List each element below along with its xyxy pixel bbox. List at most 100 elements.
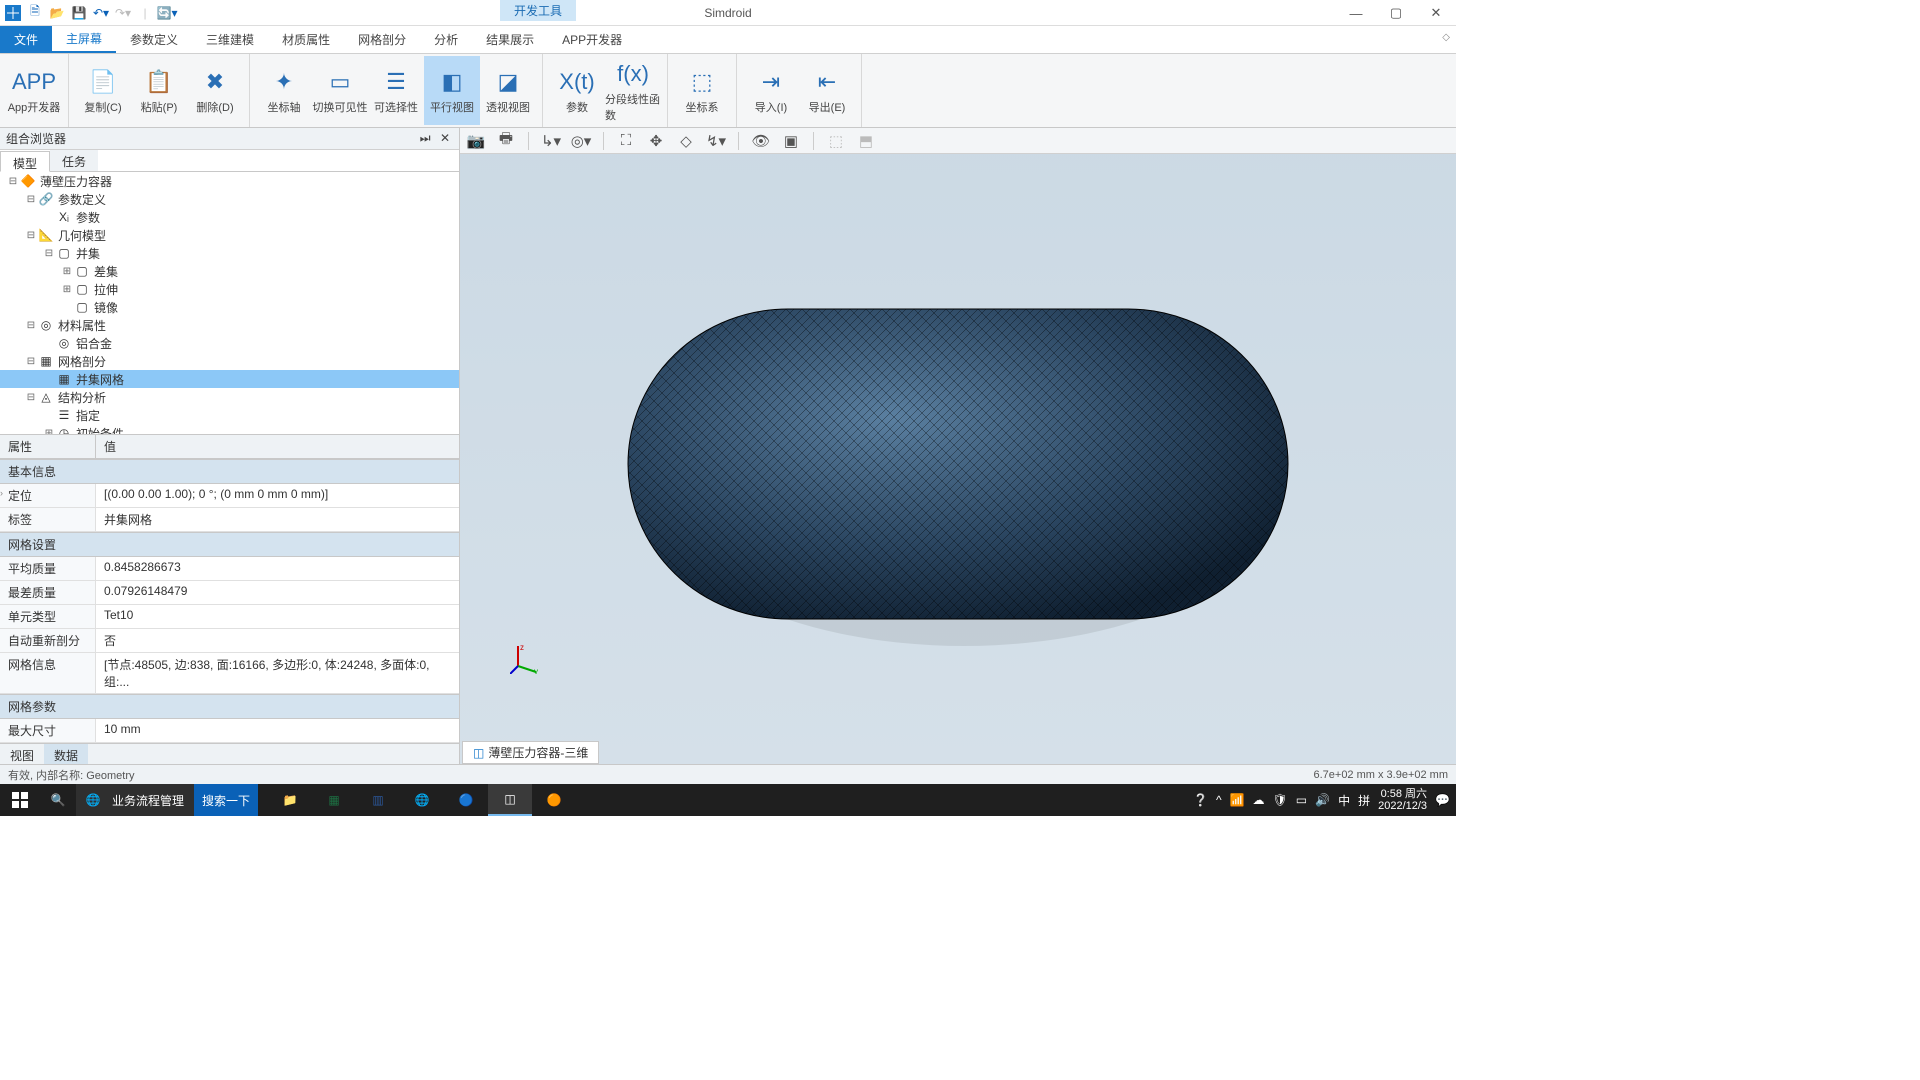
model-tree[interactable]: ⊟🔶薄壁压力容器⊟🔗参数定义Xᵢ参数⊟📐几何模型⊟▢并集⊞▢差集⊞▢拉伸▢镜像⊟… — [0, 172, 459, 434]
help-icon[interactable]: ❔ — [1193, 793, 1208, 807]
browser-close-icon[interactable]: ✕ — [437, 131, 453, 145]
ribbon-button[interactable]: 📄复制(C) — [75, 56, 131, 125]
props-value[interactable]: 10 mm — [96, 719, 459, 742]
menu-item[interactable]: APP开发器 — [548, 26, 636, 53]
tree-node[interactable]: ⊞◷初始条件 — [0, 424, 459, 434]
props-row[interactable]: 自动重新剖分否 — [0, 629, 459, 653]
ribbon-button[interactable]: ◪透视视图 — [480, 56, 536, 125]
app-word[interactable]: ▥ — [356, 784, 400, 816]
ribbon-button[interactable]: ▭切换可见性 — [312, 56, 368, 125]
props-row[interactable]: 最差质量0.07926148479 — [0, 581, 459, 605]
tree-node[interactable]: ⊟▦网格剖分 — [0, 352, 459, 370]
redo-icon[interactable]: ↷▾ — [114, 4, 132, 22]
tree-node[interactable]: ▢镜像 — [0, 298, 459, 316]
axis-icon[interactable]: ↳▾ — [541, 131, 561, 151]
visibility-icon[interactable]: 👁 — [751, 131, 771, 151]
ribbon-collapse-icon[interactable]: ◇ — [1442, 32, 1450, 43]
app-other[interactable]: 🟠 — [532, 784, 576, 816]
props-value[interactable]: Tet10 — [96, 605, 459, 628]
props-row[interactable]: 平均质量0.8458286673 — [0, 557, 459, 581]
tree-toggle-icon[interactable]: ⊟ — [24, 392, 38, 403]
tree-toggle-icon[interactable]: ⊞ — [60, 266, 74, 277]
app-simdroid[interactable]: ◫ — [488, 784, 532, 816]
camera-icon[interactable]: 📷 — [466, 131, 486, 151]
props-value[interactable]: [(0.00 0.00 1.00); 0 °; (0 mm 0 mm 0 mm)… — [96, 484, 459, 507]
props-row[interactable]: 标签并集网格 — [0, 508, 459, 532]
security-icon[interactable]: 🛡 — [1273, 793, 1288, 807]
undo-icon[interactable]: ↶▾ — [92, 4, 110, 22]
props-row[interactable]: 定位›[(0.00 0.00 1.00); 0 °; (0 mm 0 mm 0 … — [0, 484, 459, 508]
select-mode-icon[interactable]: ▣ — [781, 131, 801, 151]
ime-lang[interactable]: 中 — [1338, 792, 1350, 809]
tree-node[interactable]: ⊟▢并集 — [0, 244, 459, 262]
zoom-fit-icon[interactable]: ✥ — [646, 131, 666, 151]
tree-node[interactable]: ⊞▢拉伸 — [0, 280, 459, 298]
ie-search-button[interactable]: 搜索一下 — [194, 784, 258, 816]
browser-tab[interactable]: 模型 — [0, 151, 50, 172]
browser-tab[interactable]: 任务 — [50, 150, 98, 171]
menu-item[interactable]: 结果展示 — [472, 26, 548, 53]
props-value[interactable]: [节点:48505, 边:838, 面:16166, 多边形:0, 体:2424… — [96, 653, 459, 693]
save-icon[interactable]: 💾 — [70, 4, 88, 22]
props-row[interactable]: 单元类型Tet10 — [0, 605, 459, 629]
ribbon-button[interactable]: X(t)参数 — [549, 56, 605, 125]
ribbon-button[interactable]: APPApp开发器 — [6, 56, 62, 125]
menu-item[interactable]: 参数定义 — [116, 26, 192, 53]
tree-node[interactable]: Xᵢ参数 — [0, 208, 459, 226]
props-value[interactable]: 0.8458286673 — [96, 557, 459, 580]
close-button[interactable]: ✕ — [1416, 0, 1456, 26]
ribbon-button[interactable]: f(x)分段线性函数 — [605, 56, 661, 125]
tree-toggle-icon[interactable]: ⊟ — [42, 248, 56, 259]
tree-node[interactable]: ⊟🔗参数定义 — [0, 190, 459, 208]
tree-toggle-icon[interactable]: ⊟ — [24, 356, 38, 367]
menu-item[interactable]: 分析 — [420, 26, 472, 53]
open-icon[interactable]: 📂 — [48, 4, 66, 22]
ribbon-button[interactable]: ✖删除(D) — [187, 56, 243, 125]
zoom-window-icon[interactable]: ⛶ — [616, 131, 636, 151]
props-row[interactable]: 网格信息[节点:48505, 边:838, 面:16166, 多边形:0, 体:… — [0, 653, 459, 694]
browser-forward-icon[interactable]: ⏭ — [417, 131, 434, 145]
tree-node[interactable]: ⊞▢差集 — [0, 262, 459, 280]
minimize-button[interactable]: — — [1336, 0, 1376, 26]
tree-toggle-icon[interactable]: ⊟ — [24, 194, 38, 205]
refresh-icon[interactable]: 🔄▾ — [158, 4, 176, 22]
ribbon-button[interactable]: ◧平行视图 — [424, 56, 480, 125]
onedrive-icon[interactable]: ☁ — [1253, 793, 1265, 807]
maximize-button[interactable]: ▢ — [1376, 0, 1416, 26]
props-value[interactable]: 并集网格 — [96, 508, 459, 531]
taskbar-ie-group[interactable]: 🌐 业务流程管理 搜索一下 — [76, 784, 258, 816]
notifications-icon[interactable]: 💬 — [1435, 793, 1450, 807]
coord-icon[interactable]: ↯▾ — [706, 131, 726, 151]
tree-node[interactable]: ⊟◎材料属性 — [0, 316, 459, 334]
zoom-selection-icon[interactable]: ◇ — [676, 131, 696, 151]
search-icon[interactable]: 🔍 — [40, 793, 76, 807]
props-bottom-tab[interactable]: 数据 — [44, 744, 88, 764]
view-orient-icon[interactable]: ◎▾ — [571, 131, 591, 151]
menu-item[interactable]: 三维建模 — [192, 26, 268, 53]
props-bottom-tab[interactable]: 视图 — [0, 744, 44, 764]
props-row[interactable]: 最大尺寸10 mm — [0, 719, 459, 743]
tray-chevron-icon[interactable]: ^ — [1216, 793, 1222, 807]
tree-node[interactable]: ☰指定 — [0, 406, 459, 424]
tree-node[interactable]: ⊟🔶薄壁压力容器 — [0, 172, 459, 190]
props-value[interactable]: 0.07926148479 — [96, 581, 459, 604]
ribbon-button[interactable]: ☰可选择性 — [368, 56, 424, 125]
menu-item[interactable]: 网格剖分 — [344, 26, 420, 53]
viewport-3d[interactable]: 📷 🖶 ↳▾ ◎▾ ⛶ ✥ ◇ ↯▾ 👁 ▣ ⬚ ⬒ — [460, 128, 1456, 764]
tree-node[interactable]: ▦并集网格 — [0, 370, 459, 388]
section-icon[interactable]: ⬒ — [856, 131, 876, 151]
battery-icon[interactable]: ▭ — [1296, 793, 1307, 807]
ime-mode[interactable]: 拼 — [1358, 792, 1370, 809]
ribbon-button[interactable]: ✦坐标轴 — [256, 56, 312, 125]
menu-file[interactable]: 文件 — [0, 26, 52, 53]
measure-icon[interactable]: ⬚ — [826, 131, 846, 151]
volume-icon[interactable]: 🔊 — [1315, 793, 1330, 807]
app-edge[interactable]: 🌐 — [400, 784, 444, 816]
start-button[interactable] — [0, 784, 40, 816]
print-icon[interactable]: 🖶 — [496, 131, 516, 151]
ribbon-button[interactable]: ⇥导入(I) — [743, 56, 799, 125]
menu-item[interactable]: 材质属性 — [268, 26, 344, 53]
taskbar-clock[interactable]: 0:58 周六 2022/12/3 — [1378, 788, 1427, 812]
app-sim1[interactable]: 🔵 — [444, 784, 488, 816]
ribbon-button[interactable]: ⬚坐标系 — [674, 56, 730, 125]
